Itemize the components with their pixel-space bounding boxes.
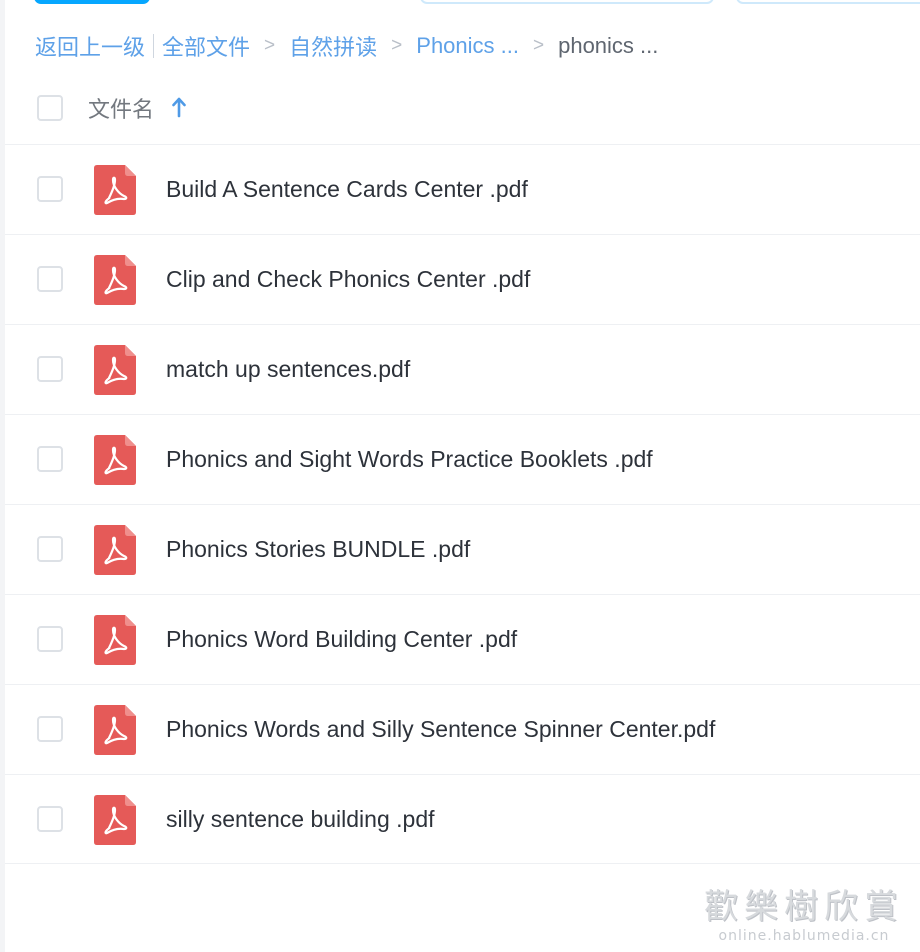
breadcrumb-current: phonics ... <box>558 33 659 58</box>
file-select-checkbox[interactable] <box>37 806 63 832</box>
file-list: Build A Sentence Cards Center .pdf Clip a… <box>5 144 920 864</box>
file-select-checkbox[interactable] <box>37 446 63 472</box>
breadcrumb-divider <box>153 34 155 58</box>
watermark-title: 歡樂樹欣賞 <box>704 887 904 927</box>
file-name[interactable]: silly sentence building .pdf <box>166 806 435 833</box>
file-name[interactable]: match up sentences.pdf <box>166 356 410 383</box>
breadcrumb-item-subfolder[interactable]: Phonics ... <box>416 33 519 59</box>
chevron-right-icon: > <box>532 35 545 56</box>
chevron-right-icon: > <box>264 35 276 56</box>
file-row[interactable]: Phonics and Sight Words Practice Booklet… <box>5 414 920 504</box>
watermark-url: online.hablumedia.cn <box>718 928 890 944</box>
file-select-checkbox[interactable] <box>37 176 63 202</box>
file-name[interactable]: Phonics Words and Silly Sentence Spinner… <box>166 716 715 743</box>
select-all-checkbox[interactable] <box>37 95 63 121</box>
file-list-header: 文件名 <box>0 80 920 144</box>
file-select-checkbox[interactable] <box>37 266 63 292</box>
file-select-checkbox[interactable] <box>37 536 63 562</box>
pdf-file-icon[interactable] <box>94 435 136 485</box>
toolbar-button[interactable] <box>420 0 714 4</box>
pdf-file-icon[interactable] <box>94 345 136 395</box>
file-row[interactable]: Phonics Stories BUNDLE .pdf <box>5 504 920 594</box>
file-row[interactable]: Phonics Word Building Center .pdf <box>5 594 920 684</box>
file-name[interactable]: Phonics Word Building Center .pdf <box>166 626 517 653</box>
file-name[interactable]: Phonics Stories BUNDLE .pdf <box>166 536 470 563</box>
file-row[interactable]: match up sentences.pdf <box>5 324 920 414</box>
breadcrumb: 返回上一级 全部文件 > 自然拼读 > Phonics ... > phonic… <box>35 30 658 62</box>
watermark: 歡樂樹欣賞 online.hablumedia.cn <box>704 879 904 944</box>
file-name[interactable]: Build A Sentence Cards Center .pdf <box>166 176 528 203</box>
pdf-file-icon[interactable] <box>94 705 136 755</box>
column-header-filename[interactable]: 文件名 <box>88 92 154 124</box>
breadcrumb-item-folder[interactable]: 自然拼读 <box>289 30 377 62</box>
file-select-checkbox[interactable] <box>37 626 63 652</box>
file-name[interactable]: Phonics and Sight Words Practice Booklet… <box>166 446 653 473</box>
file-select-checkbox[interactable] <box>37 716 63 742</box>
breadcrumb-item-all-files[interactable]: 全部文件 <box>162 30 250 62</box>
file-row[interactable]: Clip and Check Phonics Center .pdf <box>5 234 920 324</box>
toolbar-button[interactable] <box>736 0 920 4</box>
back-link[interactable]: 返回上一级 <box>35 30 145 62</box>
file-row[interactable]: silly sentence building .pdf <box>5 774 920 864</box>
pdf-file-icon[interactable] <box>94 255 136 305</box>
arrow-up-icon[interactable] <box>170 95 188 119</box>
file-name[interactable]: Clip and Check Phonics Center .pdf <box>166 266 530 293</box>
chevron-right-icon: > <box>391 35 403 56</box>
pdf-file-icon[interactable] <box>94 165 136 215</box>
primary-action-button[interactable] <box>34 0 150 4</box>
file-row[interactable]: Phonics Words and Silly Sentence Spinner… <box>5 684 920 774</box>
file-row[interactable]: Build A Sentence Cards Center .pdf <box>5 144 920 234</box>
pdf-file-icon[interactable] <box>94 525 136 575</box>
file-select-checkbox[interactable] <box>37 356 63 382</box>
pdf-file-icon[interactable] <box>94 615 136 665</box>
pdf-file-icon[interactable] <box>94 795 136 845</box>
